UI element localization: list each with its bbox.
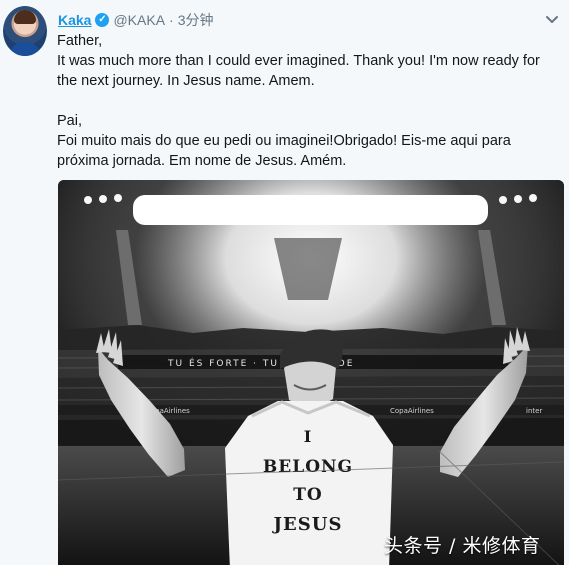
ad-text-right: inter (526, 407, 542, 415)
user-handle[interactable]: @KAKA (113, 12, 165, 28)
avatar[interactable] (3, 6, 47, 56)
chevron-down-icon[interactable] (544, 11, 560, 27)
separator-dot: · (169, 12, 174, 28)
shirt-text-line-1: I (304, 427, 312, 446)
ad-text-middle: CopaAirlines (390, 407, 434, 415)
timestamp-link[interactable]: 3分钟 (178, 10, 214, 30)
stadium-photo: TU ÉS FORTE · TU ÉS GRANDE CopaAirlines … (58, 180, 564, 565)
shirt-text-line-2: BELONG (263, 457, 353, 477)
verified-badge-icon: ✓ (95, 13, 110, 27)
tweet-photo[interactable]: TU ÉS FORTE · TU ÉS GRANDE CopaAirlines … (58, 180, 564, 565)
display-name-link[interactable]: Kaka (58, 12, 91, 28)
watermark-text: 头条号 / 米修体育 (384, 535, 541, 557)
shirt-text-line-4: JESUS (272, 514, 343, 535)
tweet-header: Kaka ✓ @KAKA · 3分钟 (58, 10, 214, 30)
tweet-text: Father, It was much more than I could ev… (57, 33, 540, 169)
shirt-text-line-3: TO (293, 485, 322, 505)
tweet-card[interactable]: Kaka ✓ @KAKA · 3分钟 Father, It was much m… (0, 0, 569, 565)
